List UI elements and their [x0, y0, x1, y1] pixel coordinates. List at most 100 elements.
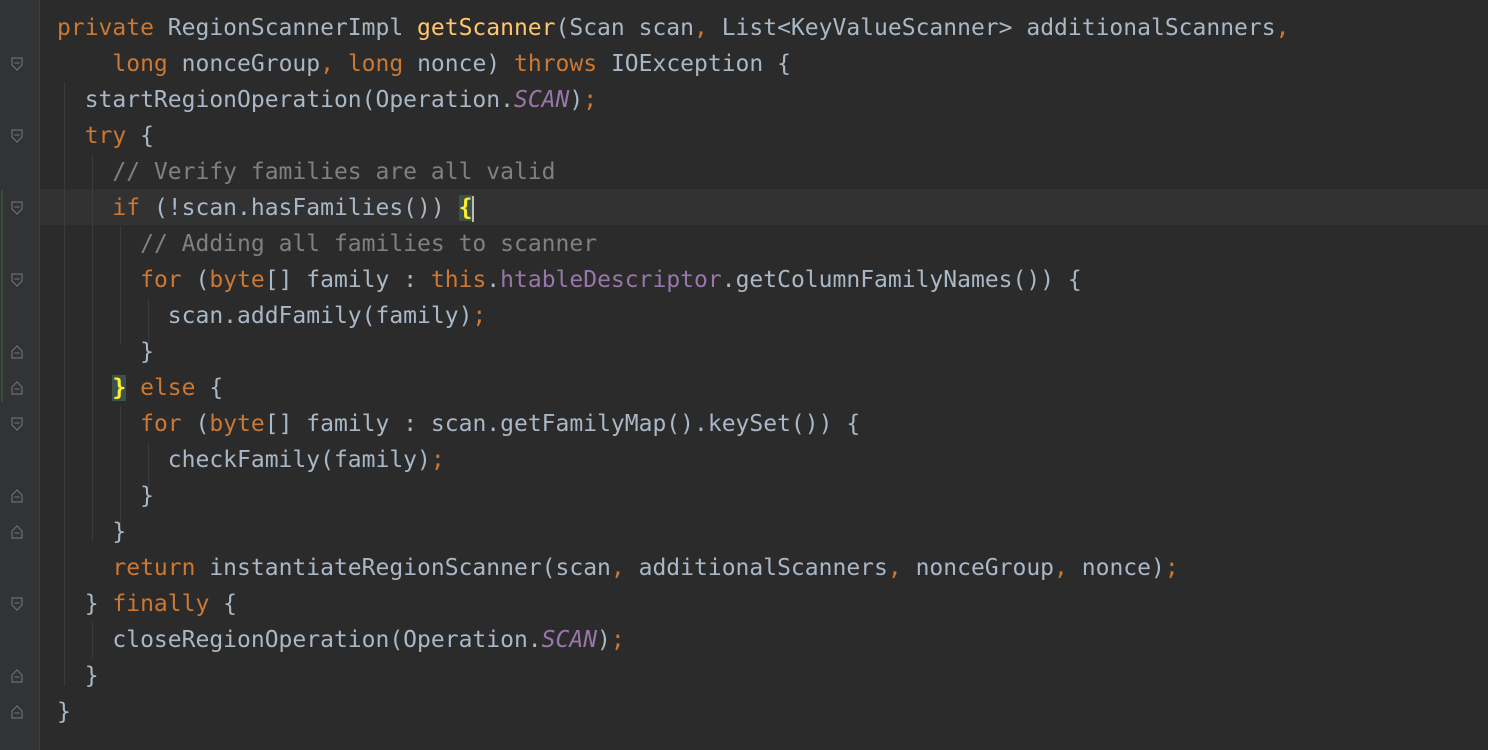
code-line[interactable]: }	[57, 658, 1289, 694]
code-line[interactable]: try {	[57, 118, 1289, 154]
fold-open-icon[interactable]	[10, 273, 24, 287]
code-token: SCAN	[513, 87, 570, 113]
code-token: additionalScanners	[638, 555, 888, 581]
fold-open-icon[interactable]	[10, 417, 24, 431]
code-editor[interactable]: private RegionScannerImpl getScanner(Sca…	[0, 0, 1488, 750]
code-token: }	[57, 483, 154, 509]
code-line[interactable]: private RegionScannerImpl getScanner(Sca…	[57, 10, 1289, 46]
code-token: RegionScannerImpl	[167, 15, 418, 41]
code-token: List<KeyValueScanner> additionalScanners	[721, 15, 1276, 41]
code-line[interactable]: }	[57, 514, 1289, 550]
code-token: }	[57, 519, 127, 545]
code-line[interactable]: } finally {	[57, 586, 1289, 622]
fold-close-icon[interactable]	[10, 525, 24, 539]
code-token: [] family :	[264, 267, 431, 293]
code-token: ,	[694, 15, 722, 41]
code-token: (	[195, 267, 210, 293]
code-token: getScanner	[417, 15, 556, 41]
code-token: try	[84, 123, 141, 149]
code-token: (!scan.hasFamilies())	[153, 195, 459, 221]
code-token: nonceGroup	[181, 51, 321, 77]
code-token: IOException {	[610, 51, 791, 77]
code-token: SCAN	[541, 627, 598, 653]
code-token: {	[140, 123, 154, 149]
code-token: // Adding all families to scanner	[140, 231, 598, 257]
code-token: , long	[320, 51, 418, 77]
code-line[interactable]: closeRegionOperation(Operation.SCAN);	[57, 622, 1289, 658]
code-token: ;	[610, 627, 625, 653]
code-line[interactable]: checkFamily(family);	[57, 442, 1289, 478]
code-line[interactable]: for (byte[] family : scan.getFamilyMap()…	[57, 406, 1289, 442]
code-line[interactable]: scan.addFamily(family);	[57, 298, 1289, 334]
matched-brace: }	[112, 375, 127, 401]
code-token: .	[486, 267, 501, 293]
code-line[interactable]: }	[57, 478, 1289, 514]
code-token: startRegionOperation(Operation.	[57, 87, 514, 113]
code-token: }	[57, 339, 154, 365]
code-token: {	[209, 375, 224, 401]
code-token: for	[140, 411, 196, 437]
fold-close-icon[interactable]	[10, 669, 24, 683]
code-token: [] family : scan.getFamilyMap().keySet()…	[264, 411, 861, 437]
fold-open-icon[interactable]	[10, 597, 24, 611]
code-line[interactable]: for (byte[] family : this.htableDescript…	[57, 262, 1289, 298]
code-token: this	[430, 267, 487, 293]
code-token: ,	[1275, 15, 1290, 41]
code-token: ;	[1164, 555, 1179, 581]
code-line[interactable]: } else {	[57, 370, 1289, 406]
code-token: finally	[112, 591, 224, 617]
code-token: nonce)	[1081, 555, 1165, 581]
code-line[interactable]: }	[57, 334, 1289, 370]
text-caret	[472, 195, 475, 222]
code-token: }	[57, 663, 99, 689]
code-token: ,	[610, 555, 639, 581]
code-token: nonce)	[417, 51, 514, 77]
code-token: closeRegionOperation(Operation.	[57, 627, 542, 653]
code-token: }	[57, 699, 71, 725]
code-token: ,	[1054, 555, 1082, 581]
code-token: for	[140, 267, 196, 293]
code-line[interactable]: }	[57, 694, 1289, 730]
code-token: ;	[430, 447, 445, 473]
fold-close-icon[interactable]	[10, 381, 24, 395]
code-token: nonceGroup	[915, 555, 1055, 581]
fold-open-icon[interactable]	[10, 57, 24, 71]
code-line[interactable]: // Verify families are all valid	[57, 154, 1289, 190]
code-token: throws	[514, 51, 611, 77]
fold-close-icon[interactable]	[10, 705, 24, 719]
code-line[interactable]: // Adding all families to scanner	[57, 226, 1289, 262]
code-token: private	[57, 15, 168, 41]
code-token: htableDescriptor	[500, 267, 722, 293]
code-token: scan.addFamily(family)	[57, 303, 473, 329]
vcs-change-marker[interactable]	[1, 190, 3, 402]
code-line[interactable]: if (!scan.hasFamilies()) {	[57, 190, 1289, 226]
code-line[interactable]: return instantiateRegionScanner(scan, ad…	[57, 550, 1289, 586]
code-token: )	[569, 87, 584, 113]
code-line[interactable]: startRegionOperation(Operation.SCAN);	[57, 82, 1289, 118]
fold-close-icon[interactable]	[10, 345, 24, 359]
code-token: // Verify families are all valid	[112, 159, 556, 185]
code-token: byte	[209, 267, 265, 293]
code-token: ;	[583, 87, 598, 113]
code-token: (	[195, 411, 210, 437]
code-token: ;	[472, 303, 487, 329]
fold-open-icon[interactable]	[10, 201, 24, 215]
fold-open-icon[interactable]	[10, 129, 24, 143]
code-token: return	[112, 555, 210, 581]
code-token: )	[597, 627, 611, 653]
editor-gutter	[0, 0, 40, 750]
code-token: checkFamily(family)	[57, 447, 431, 473]
code-area[interactable]: private RegionScannerImpl getScanner(Sca…	[57, 10, 1289, 730]
code-token: instantiateRegionScanner(scan	[209, 555, 611, 581]
code-line[interactable]: long nonceGroup, long nonce) throws IOEx…	[57, 46, 1289, 82]
fold-close-icon[interactable]	[10, 489, 24, 503]
matched-brace: {	[458, 195, 473, 221]
code-token: byte	[209, 411, 265, 437]
